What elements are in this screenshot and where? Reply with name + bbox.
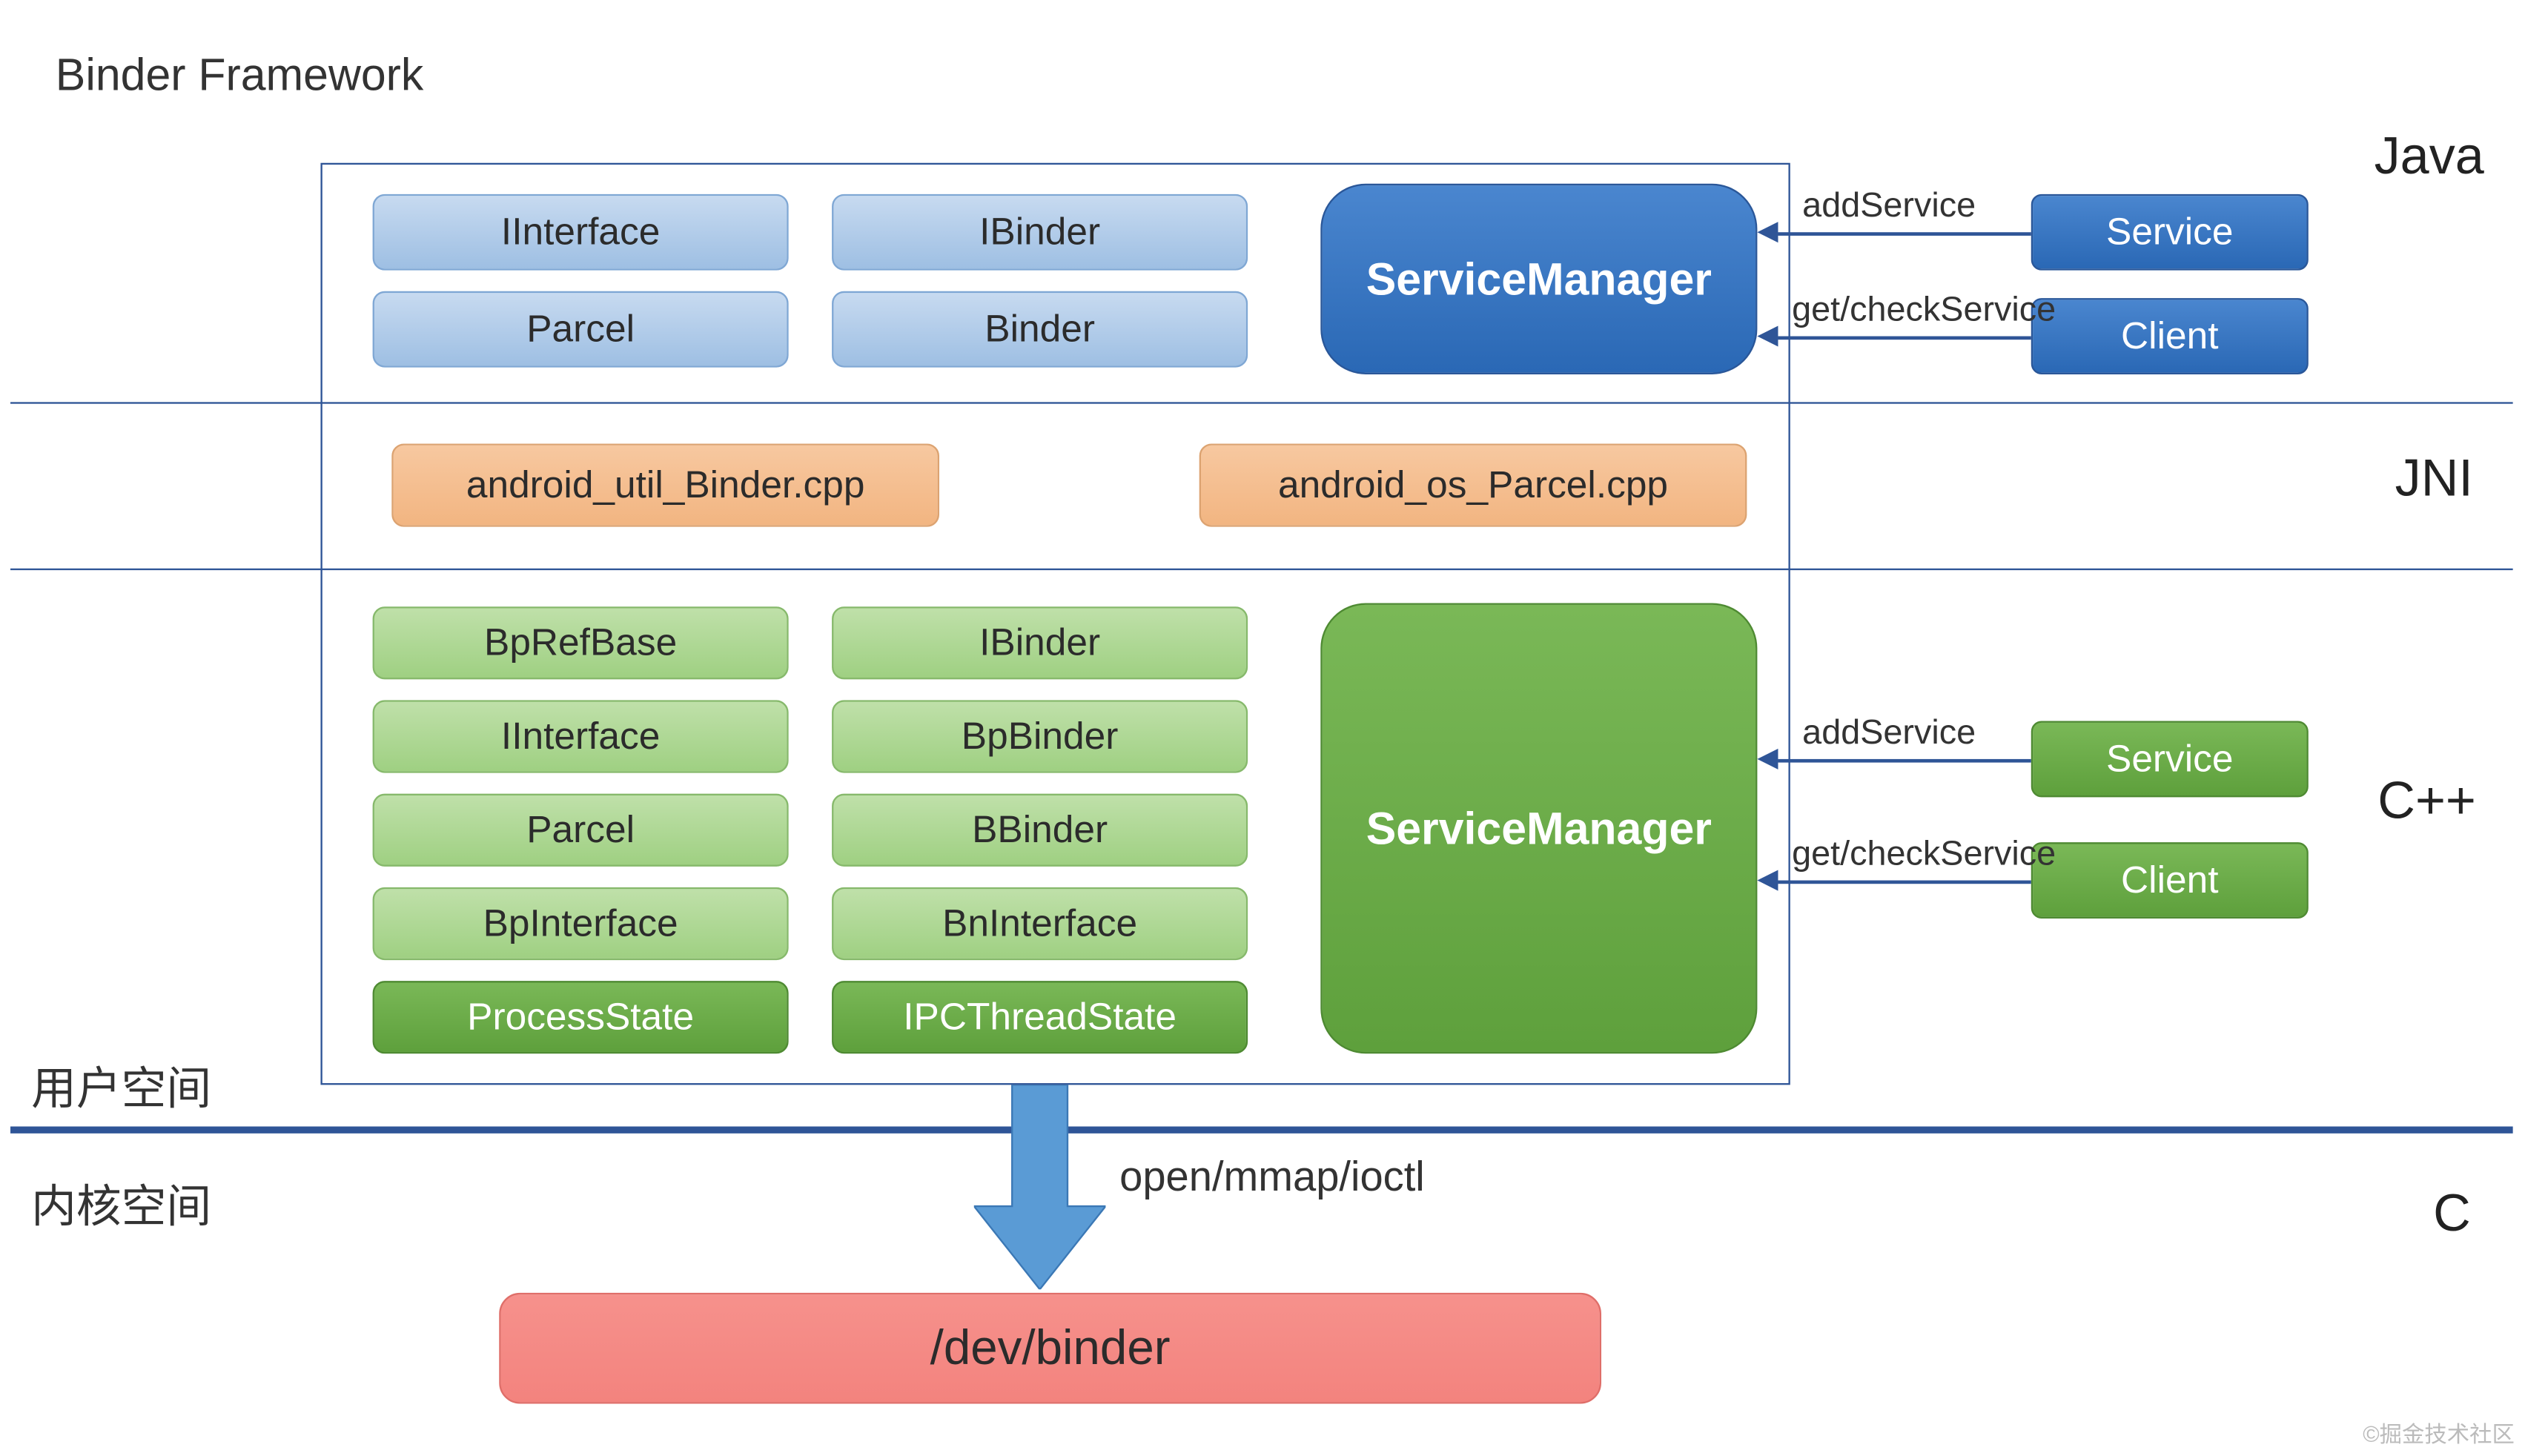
kernel-space-label: 内核空间	[31, 1171, 211, 1235]
jni-parcel-cpp-box: android_os_Parcel.cpp	[1199, 443, 1747, 526]
arrow-head-java-getservice	[1757, 325, 1778, 346]
arrow-head-cpp-addservice	[1757, 749, 1778, 770]
java-binder-box: Binder	[832, 291, 1248, 368]
cpp-service-box: Service	[2031, 721, 2309, 797]
arrow-cpp-getservice	[1778, 881, 2031, 884]
layer-label-jni: JNI	[2395, 451, 2473, 509]
separator-java-jni	[10, 402, 2513, 403]
java-iinterface-box: IInterface	[373, 194, 789, 271]
cpp-ibinder-box: IBinder	[832, 606, 1248, 679]
label-java-getservice: get/checkService	[1792, 291, 2056, 331]
user-space-label: 用户空间	[31, 1053, 211, 1117]
cpp-bninterface-box: BnInterface	[832, 887, 1248, 960]
cpp-bpinterface-box: BpInterface	[373, 887, 789, 960]
java-servicemanager-box: ServiceManager	[1320, 184, 1757, 374]
cpp-processstate-box: ProcessState	[373, 981, 789, 1053]
arrow-head-java-addservice	[1757, 222, 1778, 242]
dev-binder-box: /dev/binder	[499, 1293, 1601, 1404]
java-client-box: Client	[2031, 298, 2309, 374]
cpp-client-box: Client	[2031, 842, 2309, 919]
label-cpp-getservice: get/checkService	[1792, 835, 2056, 876]
cpp-servicemanager-box: ServiceManager	[1320, 603, 1757, 1054]
layer-label-cpp: C++	[2377, 773, 2476, 832]
separator-user-kernel	[10, 1126, 2513, 1133]
separator-jni-cpp	[10, 569, 2513, 570]
cpp-iinterface-box: IInterface	[373, 700, 789, 772]
cpp-bbinder-box: BBinder	[832, 794, 1248, 867]
label-java-addservice: addService	[1802, 187, 1976, 227]
cpp-bpbinder-box: BpBinder	[832, 700, 1248, 772]
cpp-ipcthreadstate-box: IPCThreadState	[832, 981, 1248, 1053]
watermark-text: ©掘金技术社区	[2363, 1416, 2515, 1449]
layer-label-c: C	[2433, 1185, 2471, 1244]
layer-label-java: Java	[2375, 128, 2484, 187]
kernel-ops-label: open/mmap/ioctl	[1119, 1154, 1425, 1202]
label-cpp-addservice: addService	[1802, 714, 1976, 754]
jni-binder-cpp-box: android_util_Binder.cpp	[391, 443, 939, 526]
java-ibinder-box: IBinder	[832, 194, 1248, 271]
down-arrow-icon	[974, 1085, 1106, 1289]
arrow-head-cpp-getservice	[1757, 870, 1778, 891]
cpp-bprefbase-box: BpRefBase	[373, 606, 789, 679]
java-parcel-box: Parcel	[373, 291, 789, 368]
arrow-java-getservice	[1778, 337, 2031, 340]
cpp-parcel-box: Parcel	[373, 794, 789, 867]
arrow-java-addservice	[1778, 232, 2031, 235]
java-service-box: Service	[2031, 194, 2309, 271]
diagram-title: Binder Framework	[56, 48, 424, 102]
arrow-cpp-addservice	[1778, 759, 2031, 762]
